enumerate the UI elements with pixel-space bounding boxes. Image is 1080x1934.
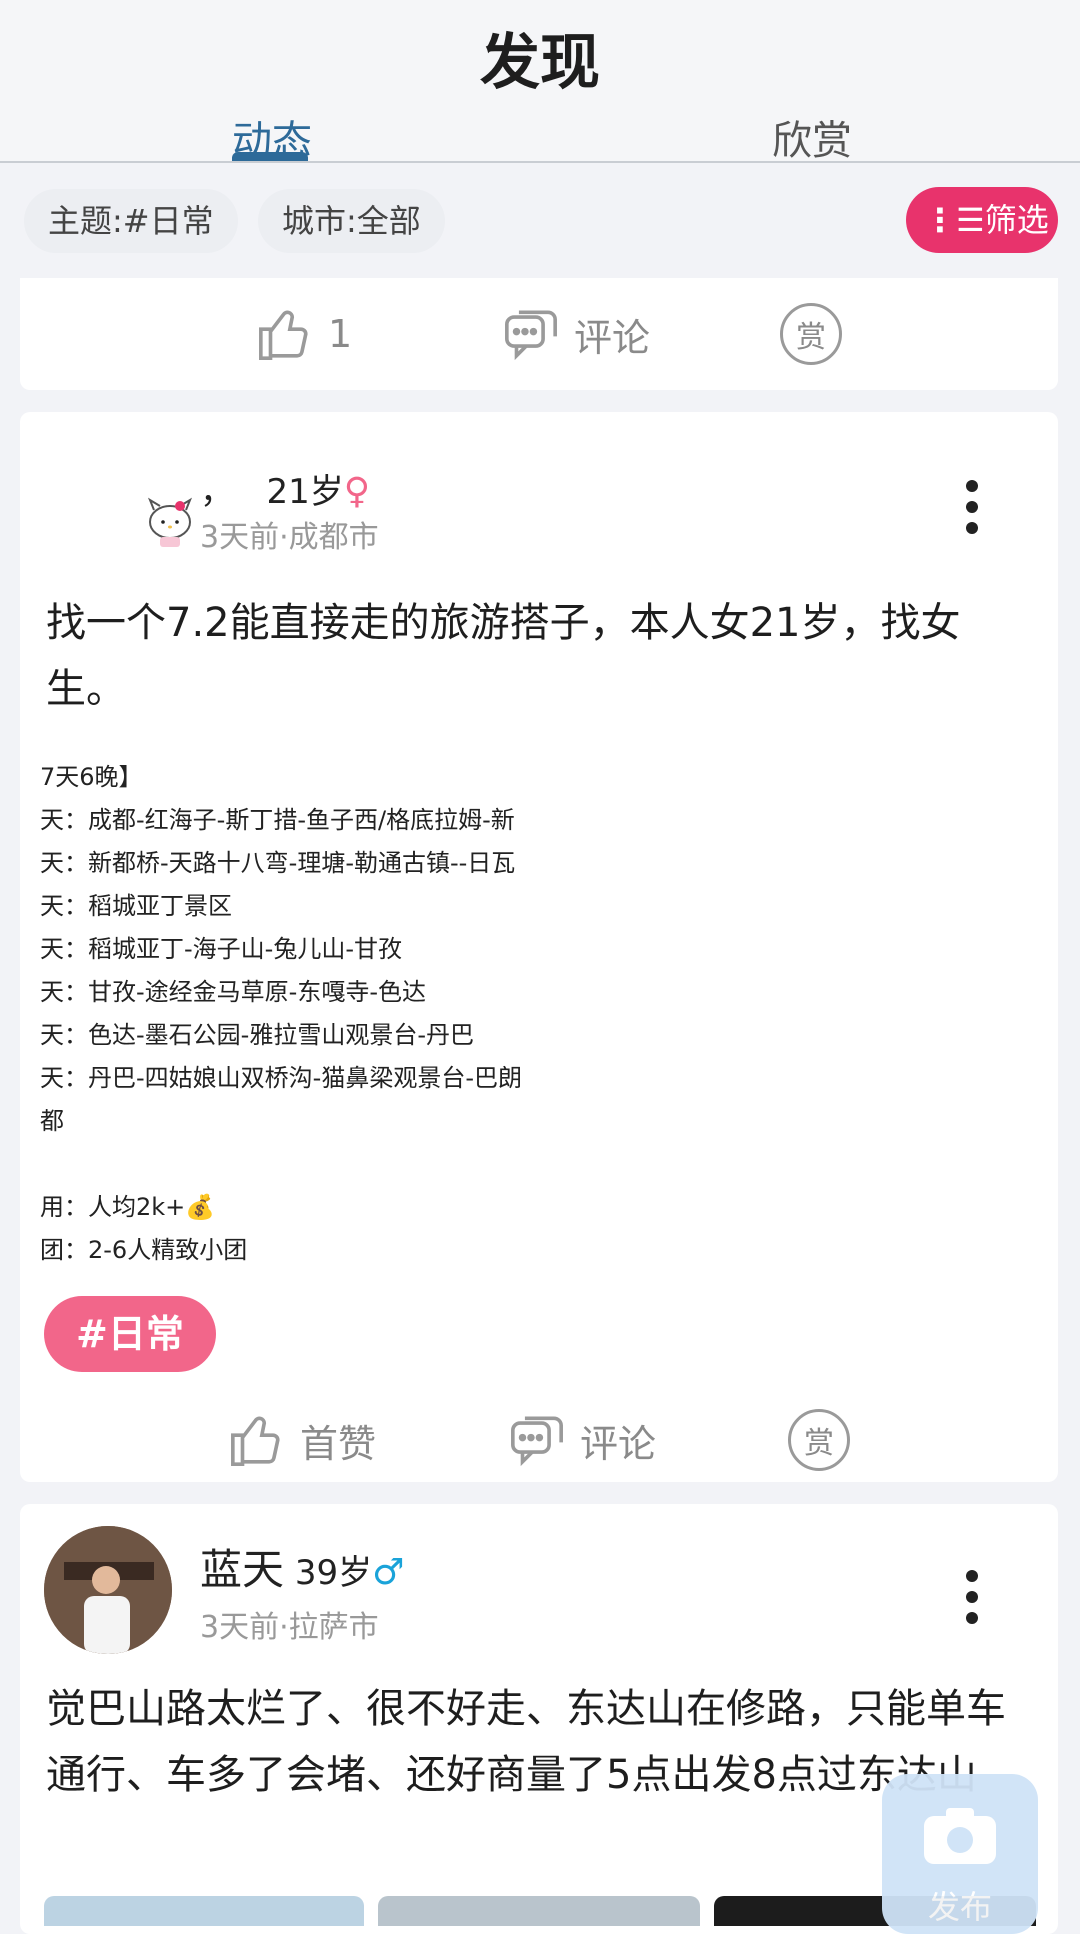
camera-icon [924,1808,996,1864]
itinerary-line: 天：稻城亚丁-海子山-兔儿山-甘孜 [40,935,402,963]
city-filter-chip[interactable]: 城市:全部 [258,189,445,253]
post-image-thumb[interactable] [378,1896,700,1926]
comment-button[interactable]: 评论 [508,1400,656,1480]
post-meta: 3天前·成都市 [200,520,379,555]
like-count: 1 [328,312,353,356]
top-header: 发现 动态 欣赏 [0,0,1080,164]
reward-button[interactable]: 赏 [780,294,842,374]
thumbs-up-icon [231,1416,280,1466]
itinerary-line: 天：成都-红海子-斯丁措-鱼子西/格底拉姆-新 [40,806,515,834]
post-image-thumb[interactable] [44,1896,364,1926]
filter-bar: 主题:#日常 城市:全部 ⋮☰筛选 [0,163,1080,278]
user-age: 39岁 [294,1553,373,1593]
filter-list-icon: ⋮☰ [924,201,985,239]
reward-button[interactable]: 赏 [788,1400,850,1480]
filter-button[interactable]: ⋮☰筛选 [906,187,1058,253]
publish-label: 发布 [927,1888,992,1926]
more-options-icon[interactable] [966,1570,982,1624]
user-age: 21岁 [266,472,344,512]
thumbs-up-icon [259,310,308,360]
comment-icon [511,1416,563,1467]
post-text: 找一个7.2能直接走的旅游搭子，本人女21岁，找女生。 [46,600,961,712]
itinerary-line: 天：色达-墨石公园-雅拉雪山观景台-丹巴 [40,1021,474,1049]
female-icon: ♀ [343,471,371,512]
post-meta: 3天前·拉萨市 [200,1610,379,1645]
post-card: ， 21岁♀ 3天前·成都市 找一个7.2能直接走的旅游搭子，本人女21岁，找女… [20,412,1058,1482]
itinerary-line: 天：稻城亚丁景区 [40,892,232,920]
itinerary-line: 7天6晚】 [40,763,143,791]
itinerary-line: 都 [40,1107,64,1135]
reward-icon: 赏 [780,303,842,365]
like-label: 首赞 [300,1421,377,1466]
male-icon: ♂ [372,1552,405,1593]
itinerary-line: 团：2-6人精致小团 [40,1236,248,1264]
username[interactable]: ， 21岁♀ [200,464,370,513]
itinerary-line: 天：新都桥-天路十八弯-理塘-勒通古镇--日瓦 [40,849,516,877]
comment-button[interactable]: 评论 [502,294,650,374]
theme-filter-chip[interactable]: 主题:#日常 [24,189,238,253]
tab-appreciate[interactable]: 欣赏 [772,108,852,166]
previous-post-card: 1 评论 赏 [20,278,1058,390]
username[interactable]: 蓝天 39岁♂ [200,1536,404,1597]
comment-label: 评论 [580,1421,657,1466]
filter-button-label: 筛选 [984,201,1049,239]
avatar[interactable] [44,1526,172,1654]
itinerary-line: 天：甘孜-途经金马草原-东嘎寺-色达 [40,978,426,1006]
reward-icon: 赏 [788,1409,850,1471]
itinerary-line: 用：人均2k+💰 [40,1193,216,1221]
comment-label: 评论 [574,315,651,360]
user-photo-icon [44,1526,172,1654]
comment-icon [505,310,557,361]
topic-tag[interactable]: #日常 [44,1296,216,1372]
more-options-icon[interactable] [966,480,982,534]
like-button[interactable]: 首赞 [228,1400,376,1480]
page-title: 发现 [480,28,600,98]
post-text: 觉巴山路太烂了、很不好走、东达山在修路，只能单车通行、车多了会堵、还好商量了5点… [46,1686,1006,1798]
publish-button[interactable]: 发布 [882,1774,1038,1934]
itinerary-line: 天：丹巴-四姑娘山双桥沟-猫鼻梁观景台-巴朗 [40,1064,522,1092]
like-button[interactable]: 1 [256,294,352,374]
